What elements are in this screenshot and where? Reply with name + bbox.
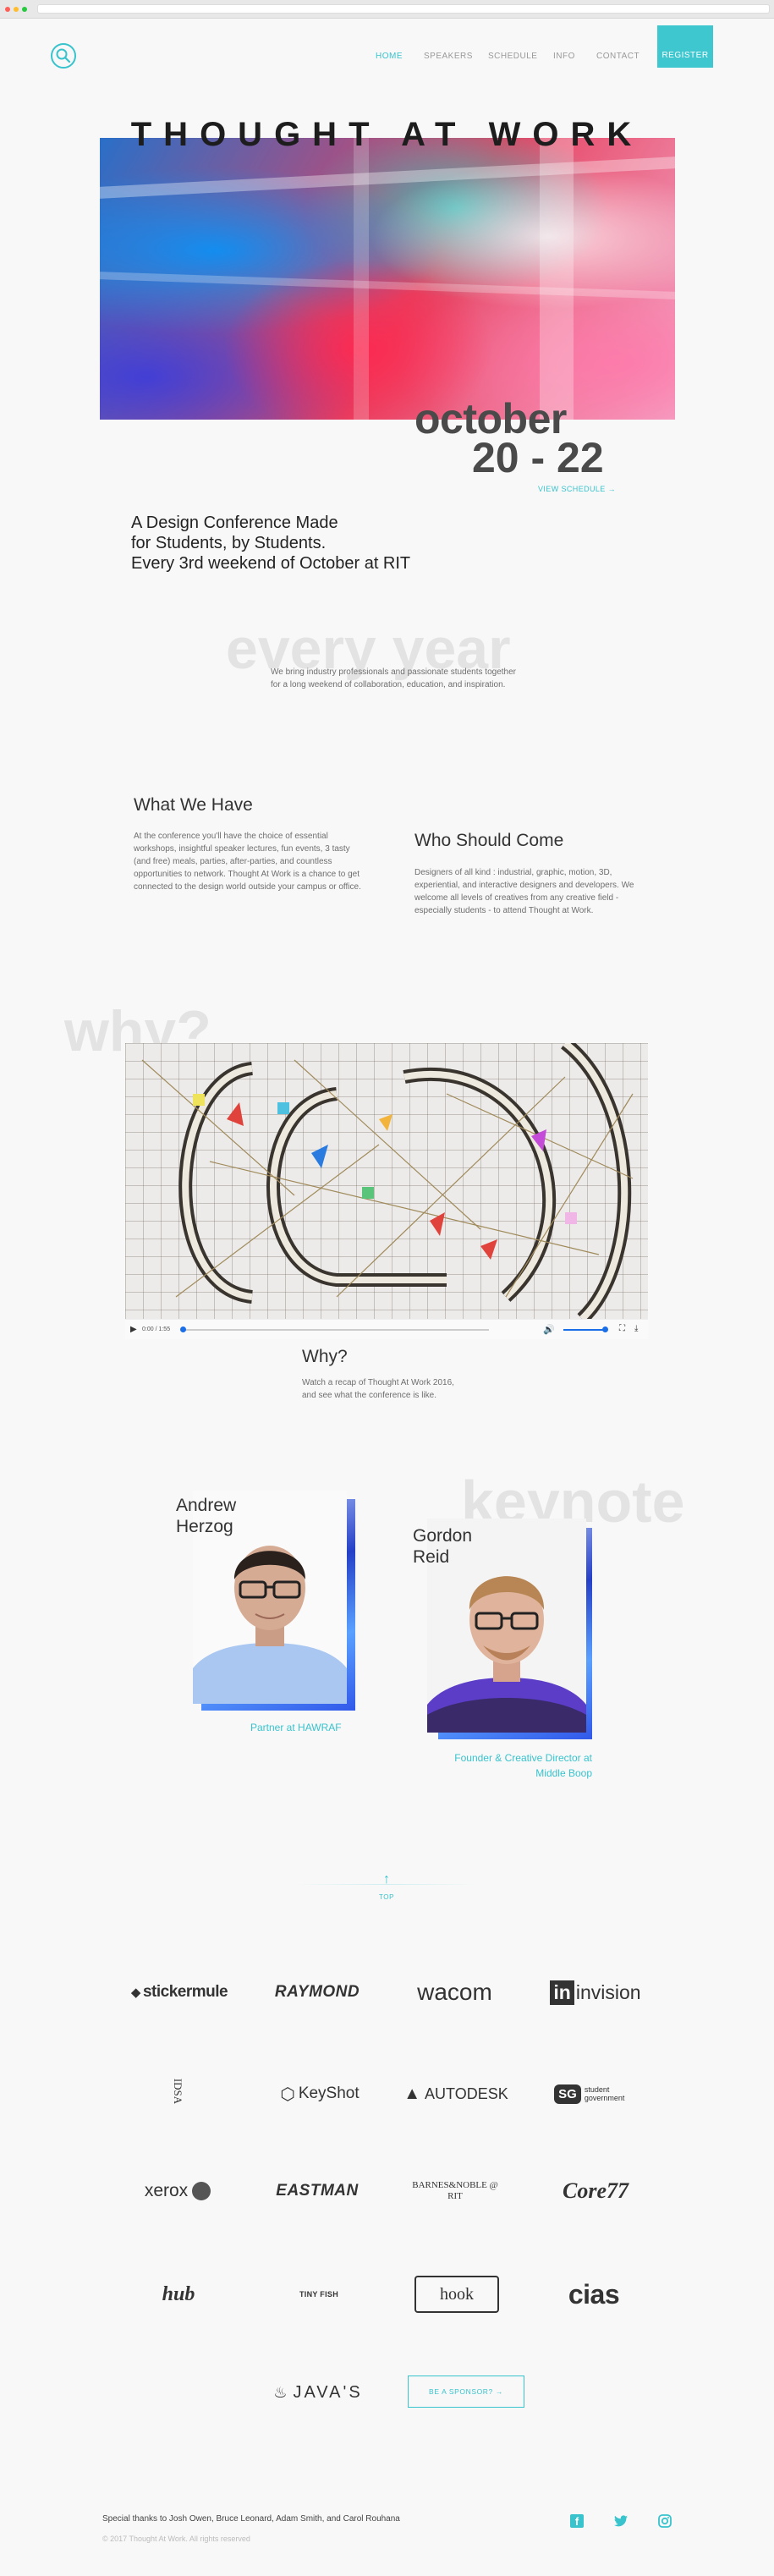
why-title: Why? <box>302 1347 348 1366</box>
back-to-top-arrow-icon[interactable]: ↑ <box>378 1872 395 1887</box>
video-frame-artwork <box>141 1043 634 1319</box>
nav-contact[interactable]: CONTACT <box>596 52 640 61</box>
nav-speakers[interactable]: SPEAKERS <box>424 52 473 61</box>
why-text: Watch a recap of Thought At Work 2016, a… <box>302 1378 454 1400</box>
register-button[interactable]: REGISTER <box>657 25 713 68</box>
sponsor-student-government-name: student government <box>584 2085 625 2102</box>
tagline-line-2: for Students, by Students. <box>131 534 327 552</box>
magnifier-logo-icon[interactable] <box>50 42 77 69</box>
play-icon[interactable]: ▶ <box>130 1325 137 1334</box>
sponsor-xerox-name: xerox <box>144 2181 189 2200</box>
sponsor-keyshot-name: KeyShot <box>298 2084 360 2102</box>
sponsor-idsa[interactable]: IDSA <box>156 2074 199 2108</box>
sponsor-stickermule-name: stickermule <box>142 1983 228 2001</box>
tagline-line-1: A Design Conference Made <box>131 514 338 532</box>
sponsor-invision-name: invision <box>575 1980 641 2003</box>
who-should-come-text: Designers of all kind : industrial, grap… <box>414 868 634 915</box>
sponsor-student-government[interactable]: SG student government <box>545 2077 646 2111</box>
speaker-1-last-name: Herzog <box>176 1517 233 1536</box>
speaker-2-first-name: Gordon <box>413 1526 473 1546</box>
sponsor-raymond[interactable]: RAYMOND <box>258 1975 376 2009</box>
close-window-icon[interactable] <box>5 7 10 12</box>
speaker-2-role-line-2: Middle Boop <box>535 1767 592 1779</box>
speaker-1-name: Andrew Herzog <box>176 1495 236 1537</box>
instagram-icon[interactable] <box>658 2514 672 2528</box>
speaker-2-role: Founder & Creative Director at Middle Bo… <box>423 1750 592 1781</box>
video-controls: ▶ 0:00 / 1:55 🔊 ⛶ ⤓ <box>125 1319 648 1339</box>
nav-home[interactable]: HOME <box>376 52 403 61</box>
nav-info[interactable]: INFO <box>553 52 575 61</box>
video-progress-track[interactable] <box>183 1329 489 1331</box>
download-icon[interactable]: ⤓ <box>634 1324 638 1333</box>
speaker-1-role: Partner at HAWRAF <box>250 1722 342 1733</box>
speaker-2-role-line-1: Founder & Creative Director at <box>454 1752 592 1764</box>
xerox-globe-icon <box>192 2182 211 2200</box>
keyshot-logo-icon: ⬡ <box>280 2084 295 2104</box>
sponsor-invision[interactable]: in invision <box>541 1974 650 2011</box>
sponsor-wacom[interactable]: wacom <box>393 1974 516 2011</box>
footer-thanks: Special thanks to Josh Owen, Bruce Leona… <box>102 2514 400 2524</box>
tagline: A Design Conference Made for Students, b… <box>131 513 410 574</box>
sponsor-xerox[interactable]: xerox <box>127 2174 228 2208</box>
event-dates: 20 - 22 <box>472 434 604 481</box>
speaker-2-name: Gordon Reid <box>413 1525 472 1568</box>
video-player[interactable] <box>125 1043 648 1339</box>
sponsor-javas[interactable]: ♨ JAVA'S <box>264 2376 372 2409</box>
sponsor-core77[interactable]: Core77 <box>550 2172 641 2210</box>
view-schedule-link[interactable]: VIEW SCHEDULE → <box>538 485 616 493</box>
sponsor-invision-badge-icon: in <box>550 1980 574 2005</box>
be-a-sponsor-button[interactable]: BE A SPONSOR? → <box>408 2376 524 2408</box>
sponsor-autodesk[interactable]: ▲ AUTODESK <box>400 2079 512 2109</box>
what-we-have-text: At the conference you'll have the choice… <box>134 832 361 892</box>
speaker-1-first-name: Andrew <box>176 1496 237 1515</box>
hero-image <box>100 138 675 420</box>
video-time: 0:00 / 1:55 <box>142 1326 171 1332</box>
sponsor-hook[interactable]: hook <box>414 2276 499 2313</box>
sponsor-hub[interactable]: hub <box>150 2276 207 2313</box>
sponsor-stickermule[interactable]: ◆ stickermule <box>117 1975 242 2009</box>
sponsor-keyshot[interactable]: ⬡ KeyShot <box>269 2079 371 2109</box>
volume-knob[interactable] <box>602 1326 608 1332</box>
minimize-window-icon[interactable] <box>14 7 19 12</box>
address-bar[interactable] <box>37 4 770 14</box>
sponsor-tiny-fish[interactable]: TINY FISH <box>288 2276 350 2313</box>
sponsor-autodesk-name: AUTODESK <box>425 2084 508 2102</box>
autodesk-logo-icon: ▲ <box>403 2084 421 2103</box>
tagline-line-3: Every 3rd weekend of October at RIT <box>131 554 411 573</box>
volume-icon[interactable]: 🔊 <box>543 1324 555 1335</box>
video-scrubber[interactable] <box>180 1326 186 1332</box>
sponsor-eastman[interactable]: EASTMAN <box>258 2174 376 2208</box>
footer-copyright: © 2017 Thought At Work. All rights reser… <box>102 2535 250 2543</box>
page-title: THOUGHT AT WORK <box>130 116 644 153</box>
volume-slider[interactable] <box>563 1329 604 1331</box>
twitter-icon[interactable] <box>614 2515 628 2527</box>
javas-cup-icon: ♨ <box>273 2383 290 2401</box>
sponsor-barnes-noble[interactable]: BARNES&NOBLE @ RIT <box>408 2172 502 2210</box>
facebook-icon[interactable]: f <box>570 2514 584 2528</box>
fullscreen-icon[interactable]: ⛶ <box>619 1324 625 1333</box>
sg-logo-icon: SG <box>554 2084 581 2104</box>
who-should-come-title: Who Should Come <box>414 831 564 850</box>
nav-schedule[interactable]: SCHEDULE <box>488 52 537 61</box>
sponsor-cias[interactable]: cias <box>558 2274 629 2315</box>
what-we-have-title: What We Have <box>134 795 253 815</box>
back-to-top-link[interactable]: TOP <box>375 1893 398 1901</box>
maximize-window-icon[interactable] <box>22 7 27 12</box>
sponsor-javas-name: JAVA'S <box>293 2382 363 2402</box>
speaker-2-last-name: Reid <box>413 1547 450 1567</box>
every-year-text: We bring industry professionals and pass… <box>271 667 516 689</box>
